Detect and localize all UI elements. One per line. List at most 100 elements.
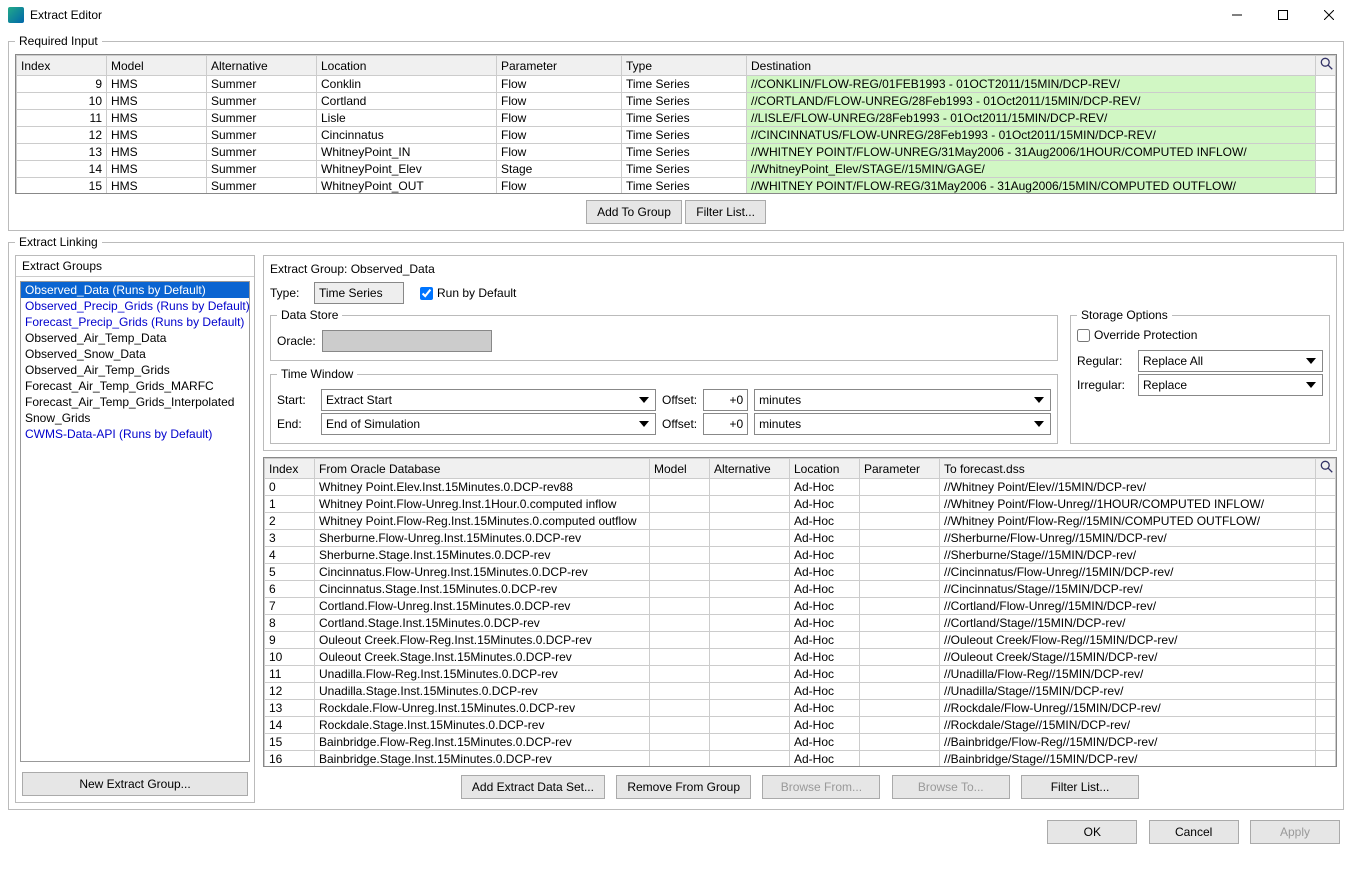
start-label: Start: <box>277 393 315 407</box>
close-button[interactable] <box>1306 0 1352 30</box>
browse-to-button[interactable]: Browse To... <box>892 775 1010 799</box>
table-row[interactable]: 16Bainbridge.Stage.Inst.15Minutes.0.DCP-… <box>265 751 1336 768</box>
top-grid-scroll[interactable]: IndexModelAlternativeLocationParameterTy… <box>15 54 1337 194</box>
irregular-combo[interactable]: Replace <box>1138 374 1323 396</box>
offset-start-unit-combo[interactable]: minutes <box>754 389 1051 411</box>
required-input-legend: Required Input <box>15 34 102 48</box>
add-to-group-button[interactable]: Add To Group <box>586 200 682 224</box>
cancel-button[interactable]: Cancel <box>1149 820 1239 844</box>
table-row[interactable]: 14HMSSummerWhitneyPoint_ElevStageTime Se… <box>17 161 1336 178</box>
regular-combo[interactable]: Replace All <box>1138 350 1323 372</box>
run-by-default-checkbox[interactable]: Run by Default <box>420 286 516 300</box>
override-protection-checkbox[interactable]: Override Protection <box>1077 328 1323 342</box>
override-protection-input[interactable] <box>1077 329 1090 342</box>
column-header[interactable]: Model <box>107 56 207 76</box>
storage-options-fieldset: Storage Options Override Protection Regu… <box>1070 308 1330 444</box>
extract-group-item[interactable]: Forecast_Precip_Grids (Runs by Default) <box>21 314 249 330</box>
table-row[interactable]: 12HMSSummerCincinnatusFlowTime Series//C… <box>17 127 1336 144</box>
offset-start-label: Offset: <box>662 393 697 407</box>
end-label: End: <box>277 417 315 431</box>
column-header[interactable]: Destination <box>747 56 1316 76</box>
extract-group-item[interactable]: Snow_Grids <box>21 410 249 426</box>
table-row[interactable]: 1Whitney Point.Flow-Unreg.Inst.1Hour.0.c… <box>265 496 1336 513</box>
remove-from-group-button[interactable]: Remove From Group <box>616 775 751 799</box>
extract-group-item[interactable]: Observed_Air_Temp_Grids <box>21 362 249 378</box>
start-combo[interactable]: Extract Start <box>321 389 656 411</box>
top-grid[interactable]: IndexModelAlternativeLocationParameterTy… <box>16 55 1336 194</box>
extract-linking-panel: Extract Linking Extract Groups Observed_… <box>8 235 1344 810</box>
run-by-default-input[interactable] <box>420 287 433 300</box>
search-icon[interactable] <box>1316 459 1336 479</box>
table-row[interactable]: 0Whitney Point.Elev.Inst.15Minutes.0.DCP… <box>265 479 1336 496</box>
apply-button[interactable]: Apply <box>1250 820 1340 844</box>
browse-from-button[interactable]: Browse From... <box>762 775 880 799</box>
bottom-grid-scroll[interactable]: IndexFrom Oracle DatabaseModelAlternativ… <box>263 457 1337 767</box>
table-row[interactable]: 13HMSSummerWhitneyPoint_INFlowTime Serie… <box>17 144 1336 161</box>
column-header[interactable]: Index <box>17 56 107 76</box>
extract-groups-list[interactable]: Observed_Data (Runs by Default)Observed_… <box>20 281 250 762</box>
add-extract-data-set-button[interactable]: Add Extract Data Set... <box>461 775 605 799</box>
search-icon[interactable] <box>1316 56 1336 76</box>
offset-end-unit-combo[interactable]: minutes <box>754 413 1051 435</box>
table-row[interactable]: 15Bainbridge.Flow-Reg.Inst.15Minutes.0.D… <box>265 734 1336 751</box>
table-row[interactable]: 15HMSSummerWhitneyPoint_OUTFlowTime Seri… <box>17 178 1336 195</box>
column-header[interactable]: Model <box>650 459 710 479</box>
oracle-field[interactable] <box>322 330 492 352</box>
extract-group-item[interactable]: Observed_Air_Temp_Data <box>21 330 249 346</box>
extract-group-item[interactable]: Forecast_Air_Temp_Grids_MARFC <box>21 378 249 394</box>
table-row[interactable]: 2Whitney Point.Flow-Reg.Inst.15Minutes.0… <box>265 513 1336 530</box>
table-row[interactable]: 11Unadilla.Flow-Reg.Inst.15Minutes.0.DCP… <box>265 666 1336 683</box>
app-icon <box>8 7 24 23</box>
time-window-fieldset: Time Window Start: Extract Start Offset:… <box>270 367 1058 444</box>
ok-button[interactable]: OK <box>1047 820 1137 844</box>
column-header[interactable]: Location <box>790 459 860 479</box>
extract-group-item[interactable]: CWMS-Data-API (Runs by Default) <box>21 426 249 442</box>
column-header[interactable]: Index <box>265 459 315 479</box>
extract-linking-legend: Extract Linking <box>15 235 102 249</box>
new-extract-group-button[interactable]: New Extract Group... <box>22 772 248 796</box>
extract-group-item[interactable]: Observed_Data (Runs by Default) <box>21 282 249 298</box>
table-row[interactable]: 6Cincinnatus.Stage.Inst.15Minutes.0.DCP-… <box>265 581 1336 598</box>
table-row[interactable]: 3Sherburne.Flow-Unreg.Inst.15Minutes.0.D… <box>265 530 1336 547</box>
offset-start-field[interactable] <box>703 389 748 411</box>
table-row[interactable]: 10HMSSummerCortlandFlowTime Series//CORT… <box>17 93 1336 110</box>
table-row[interactable]: 13Rockdale.Flow-Unreg.Inst.15Minutes.0.D… <box>265 700 1336 717</box>
irregular-label: Irregular: <box>1077 378 1132 392</box>
table-row[interactable]: 12Unadilla.Stage.Inst.15Minutes.0.DCP-re… <box>265 683 1336 700</box>
regular-label: Regular: <box>1077 354 1132 368</box>
column-header[interactable]: From Oracle Database <box>315 459 650 479</box>
column-header[interactable]: Type <box>622 56 747 76</box>
oracle-label: Oracle: <box>277 334 316 348</box>
column-header[interactable]: To forecast.dss <box>940 459 1316 479</box>
column-header[interactable]: Location <box>317 56 497 76</box>
table-row[interactable]: 10Ouleout Creek.Stage.Inst.15Minutes.0.D… <box>265 649 1336 666</box>
minimize-button[interactable] <box>1214 0 1260 30</box>
bottom-grid[interactable]: IndexFrom Oracle DatabaseModelAlternativ… <box>264 458 1336 767</box>
table-row[interactable]: 5Cincinnatus.Flow-Unreg.Inst.15Minutes.0… <box>265 564 1336 581</box>
table-row[interactable]: 11HMSSummerLisleFlowTime Series//LISLE/F… <box>17 110 1336 127</box>
column-header[interactable]: Alternative <box>207 56 317 76</box>
table-row[interactable]: 9HMSSummerConklinFlowTime Series//CONKLI… <box>17 76 1336 93</box>
window-title: Extract Editor <box>30 8 1214 22</box>
maximize-button[interactable] <box>1260 0 1306 30</box>
column-header[interactable]: Parameter <box>860 459 940 479</box>
offset-end-field[interactable] <box>703 413 748 435</box>
extract-groups-box: Extract Groups Observed_Data (Runs by De… <box>15 255 255 803</box>
table-row[interactable]: 9Ouleout Creek.Flow-Reg.Inst.15Minutes.0… <box>265 632 1336 649</box>
type-field[interactable] <box>314 282 404 304</box>
end-combo[interactable]: End of Simulation <box>321 413 656 435</box>
table-row[interactable]: 14Rockdale.Stage.Inst.15Minutes.0.DCP-re… <box>265 717 1336 734</box>
column-header[interactable]: Alternative <box>710 459 790 479</box>
column-header[interactable]: Parameter <box>497 56 622 76</box>
group-detail-title: Extract Group: Observed_Data <box>270 262 1330 276</box>
filter-list-bottom-button[interactable]: Filter List... <box>1021 775 1139 799</box>
table-row[interactable]: 4Sherburne.Stage.Inst.15Minutes.0.DCP-re… <box>265 547 1336 564</box>
extract-group-item[interactable]: Observed_Precip_Grids (Runs by Default) <box>21 298 249 314</box>
table-row[interactable]: 7Cortland.Flow-Unreg.Inst.15Minutes.0.DC… <box>265 598 1336 615</box>
table-row[interactable]: 8Cortland.Stage.Inst.15Minutes.0.DCP-rev… <box>265 615 1336 632</box>
type-label: Type: <box>270 286 308 300</box>
filter-list-top-button[interactable]: Filter List... <box>685 200 766 224</box>
extract-groups-title: Extract Groups <box>16 256 254 277</box>
extract-group-item[interactable]: Forecast_Air_Temp_Grids_Interpolated <box>21 394 249 410</box>
extract-group-item[interactable]: Observed_Snow_Data <box>21 346 249 362</box>
